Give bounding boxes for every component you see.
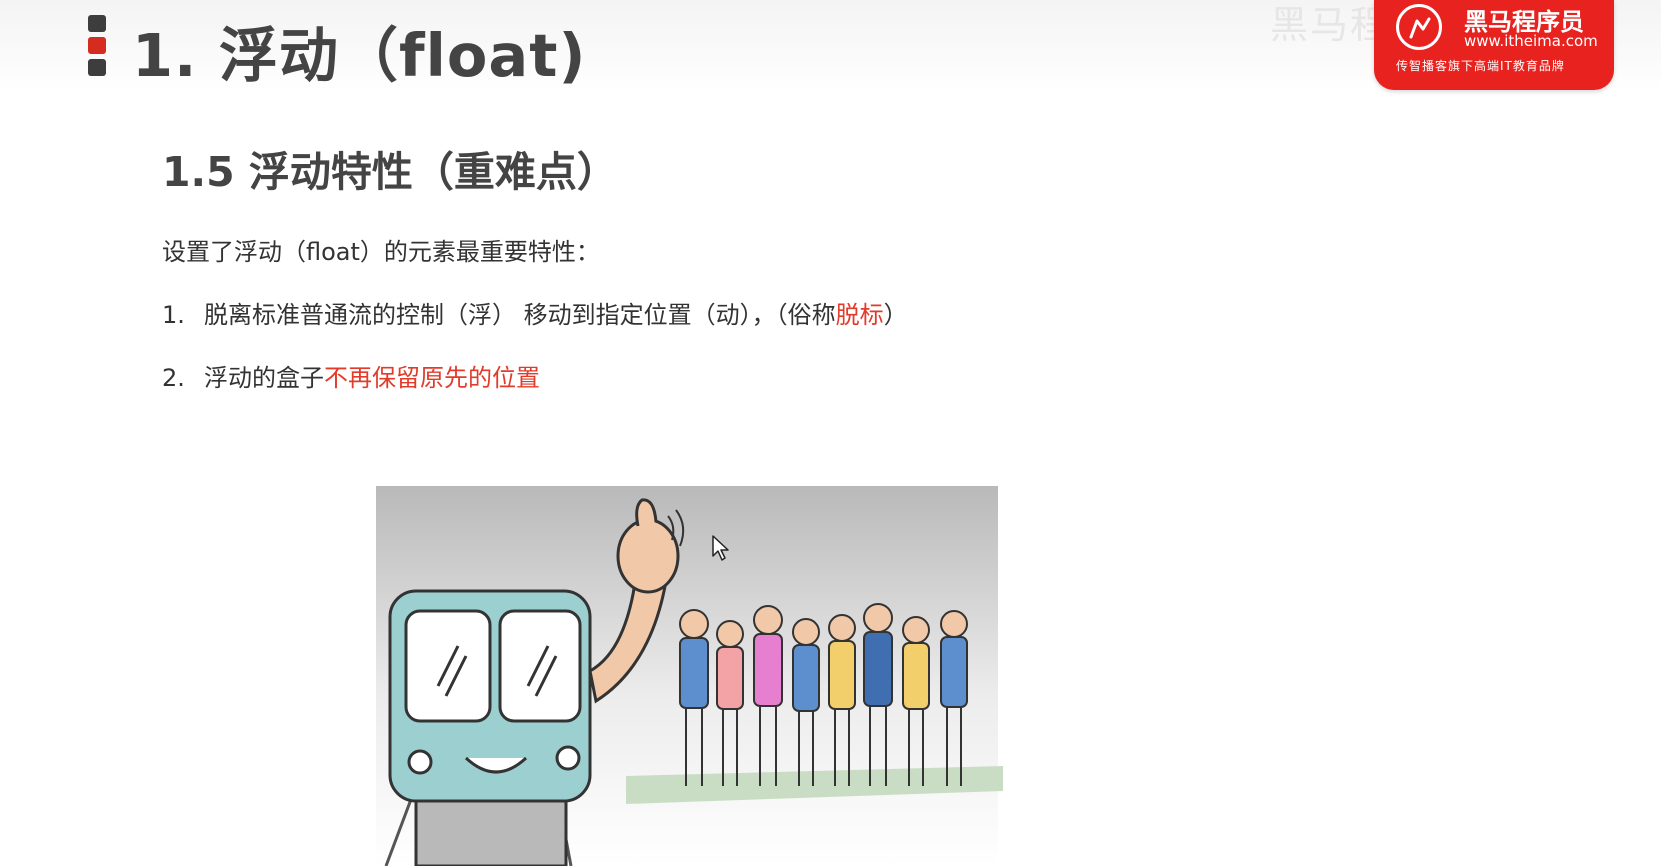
point-text: 脱离标准普通流的控制（浮） 移动到指定位置（动），（俗称: [204, 301, 836, 329]
horse-head-icon: [1396, 4, 1442, 50]
section-title: 1.5 浮动特性（重难点）: [162, 148, 618, 196]
point-highlight: 脱标: [835, 301, 884, 329]
list-item-float-detach: 1. 脱离标准普通流的控制（浮） 移动到指定位置（动），（俗称脱标）: [162, 295, 908, 330]
list-number: 1.: [162, 301, 185, 329]
page-title: 1. 浮动（float): [132, 21, 587, 90]
list-number: 2.: [162, 364, 185, 392]
point-text: 浮动的盒子: [204, 364, 324, 392]
cartoon-illustration: [376, 486, 1003, 866]
point-highlight: 不再保留原先的位置: [324, 364, 540, 392]
logo-url: www.itheima.com: [1464, 32, 1598, 50]
list-item-float-position: 2. 浮动的盒子不再保留原先的位置: [162, 358, 540, 393]
mouse-pointer-icon: [711, 534, 731, 566]
title-bullet-icon: [88, 15, 108, 81]
logo-tagline: 传智播客旗下高端IT教育品牌: [1396, 59, 1565, 73]
brand-logo: 黑马程序员 www.itheima.com 传智播客旗下高端IT教育品牌: [1374, 0, 1614, 90]
point-suffix: ）: [883, 301, 908, 329]
intro-text: 设置了浮动（float）的元素最重要特性：: [162, 238, 600, 266]
